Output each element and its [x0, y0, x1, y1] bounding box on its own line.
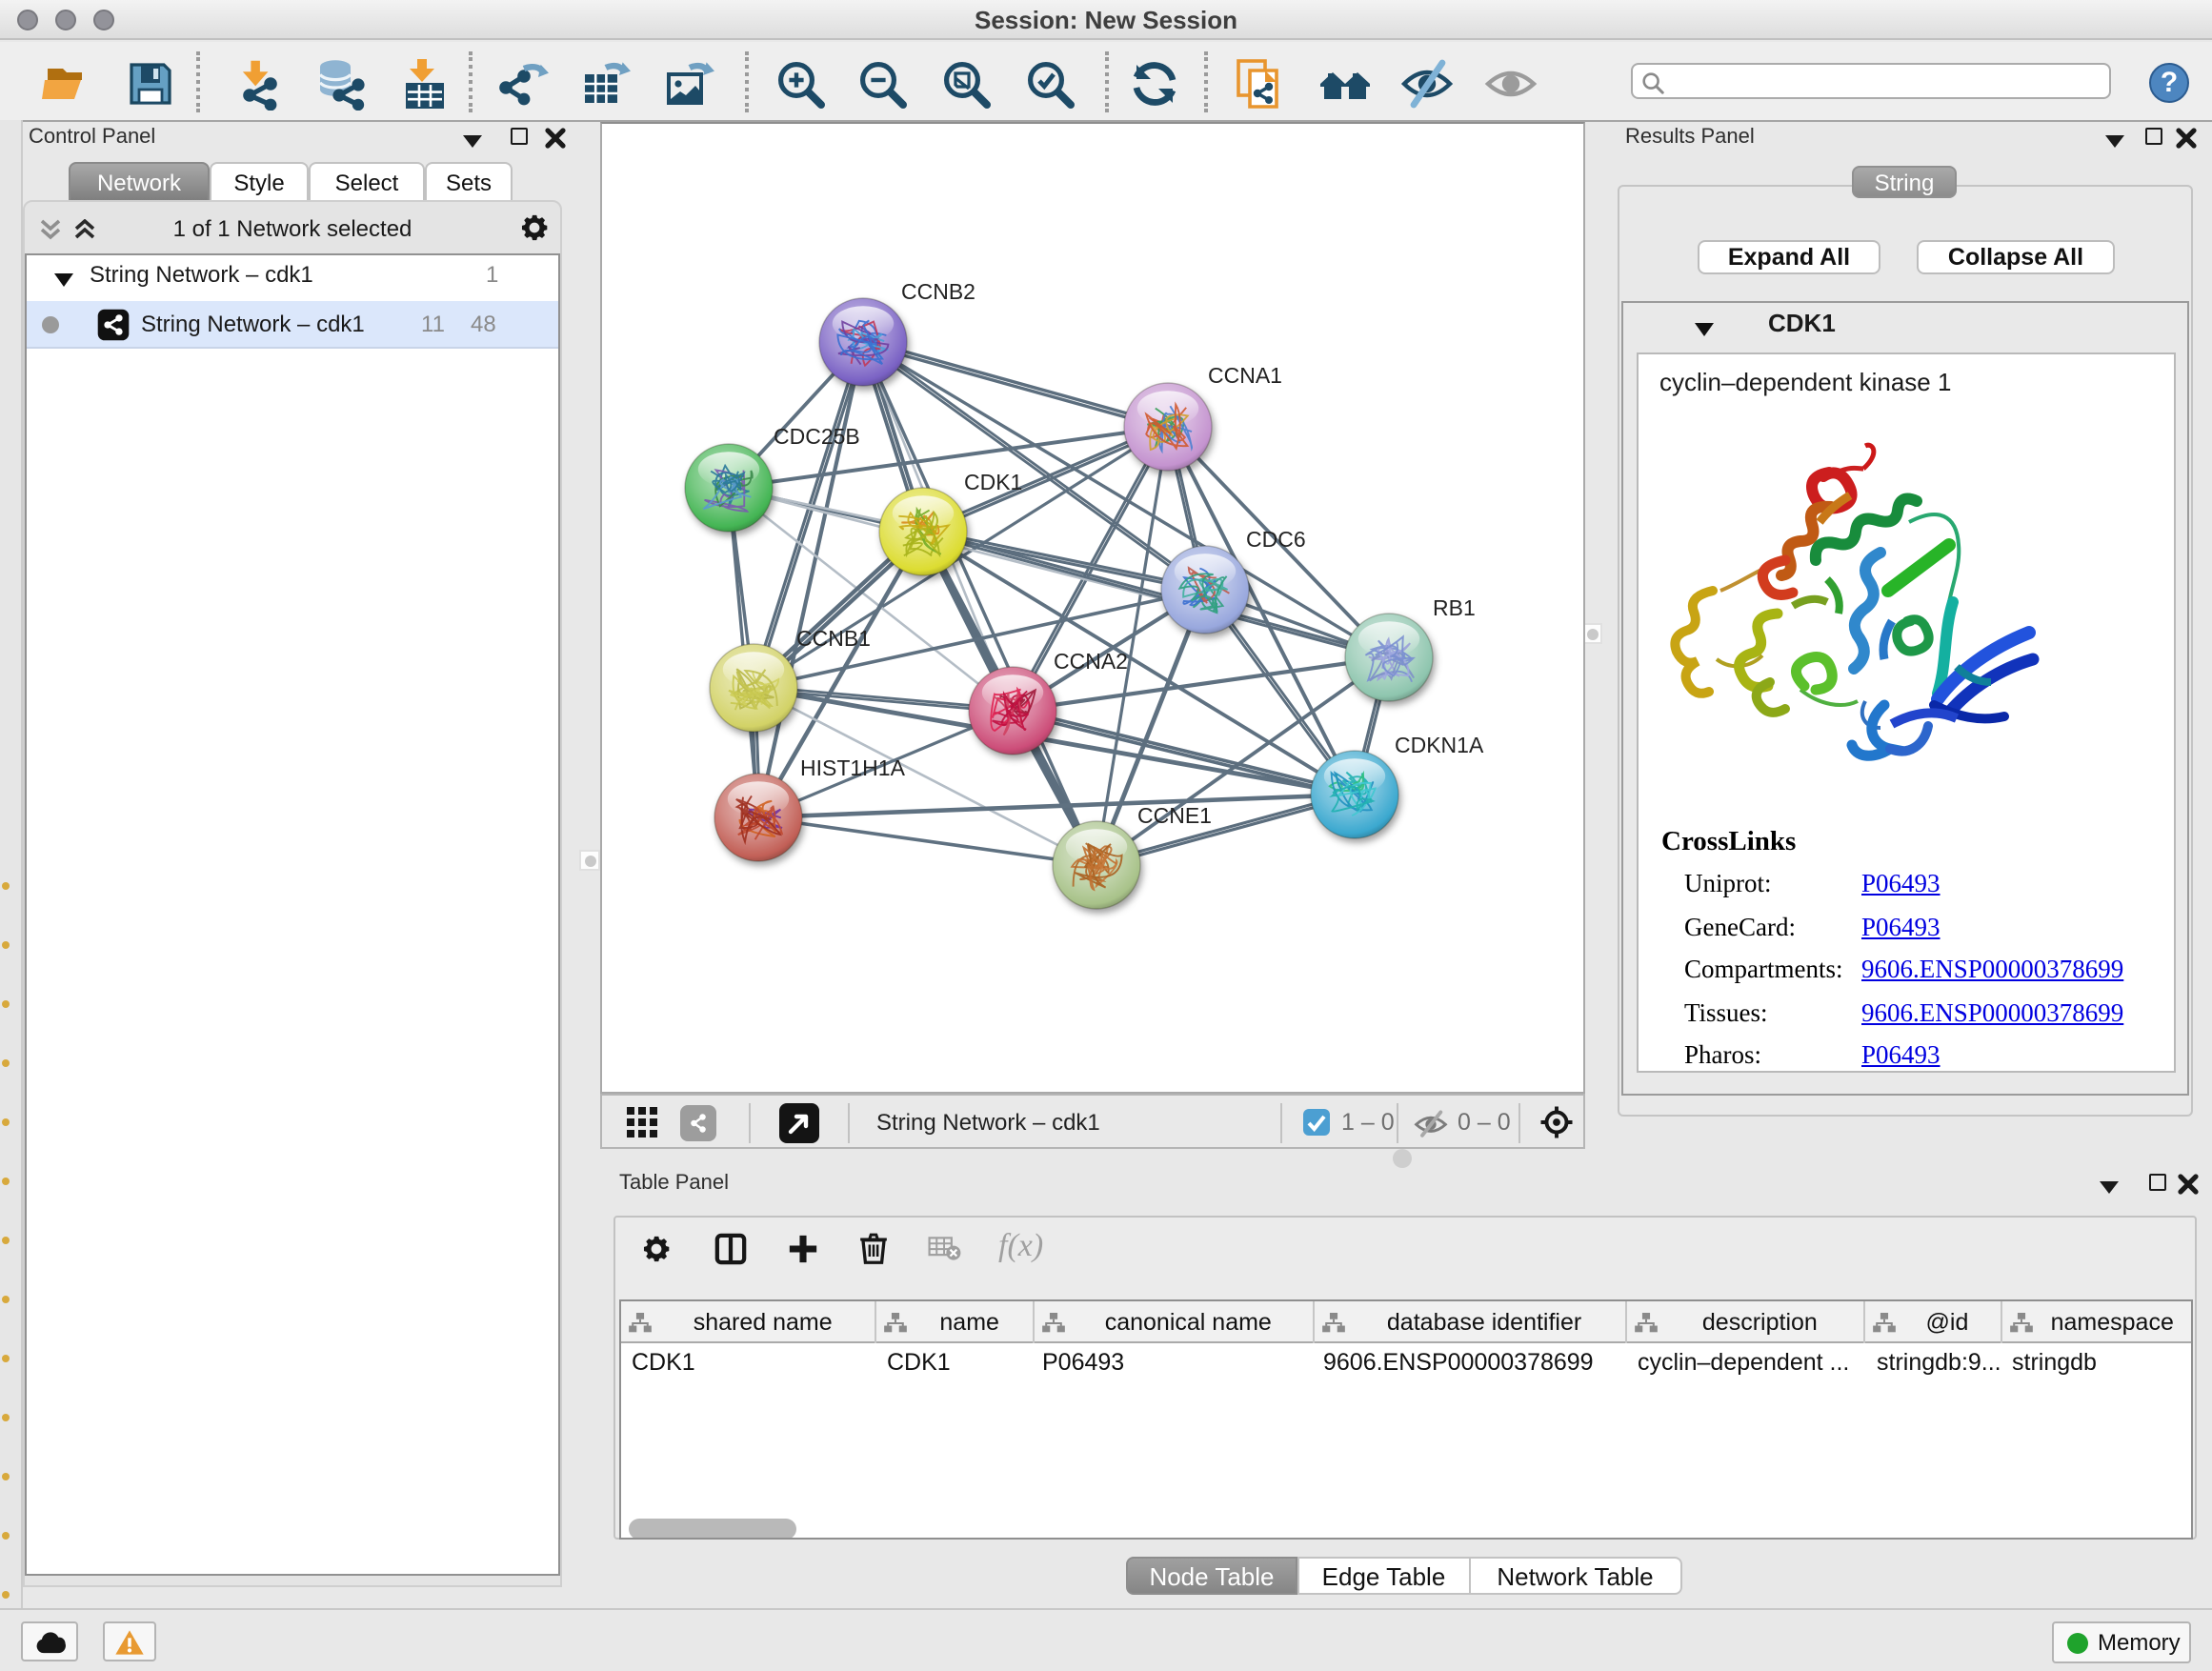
- svg-text:CCNB2: CCNB2: [901, 279, 975, 304]
- svg-text:CCNA1: CCNA1: [1208, 363, 1282, 388]
- svg-text:HIST1H1A: HIST1H1A: [800, 755, 906, 780]
- svg-text:CCNA2: CCNA2: [1054, 649, 1128, 674]
- svg-text:CCNB1: CCNB1: [796, 626, 871, 651]
- svg-text:RB1: RB1: [1433, 595, 1476, 620]
- svg-text:CDC6: CDC6: [1246, 527, 1306, 552]
- svg-text:CDC25B: CDC25B: [774, 424, 860, 449]
- svg-text:CCNE1: CCNE1: [1137, 803, 1212, 828]
- svg-text:CDK1: CDK1: [964, 470, 1022, 494]
- svg-text:CDKN1A: CDKN1A: [1395, 733, 1484, 757]
